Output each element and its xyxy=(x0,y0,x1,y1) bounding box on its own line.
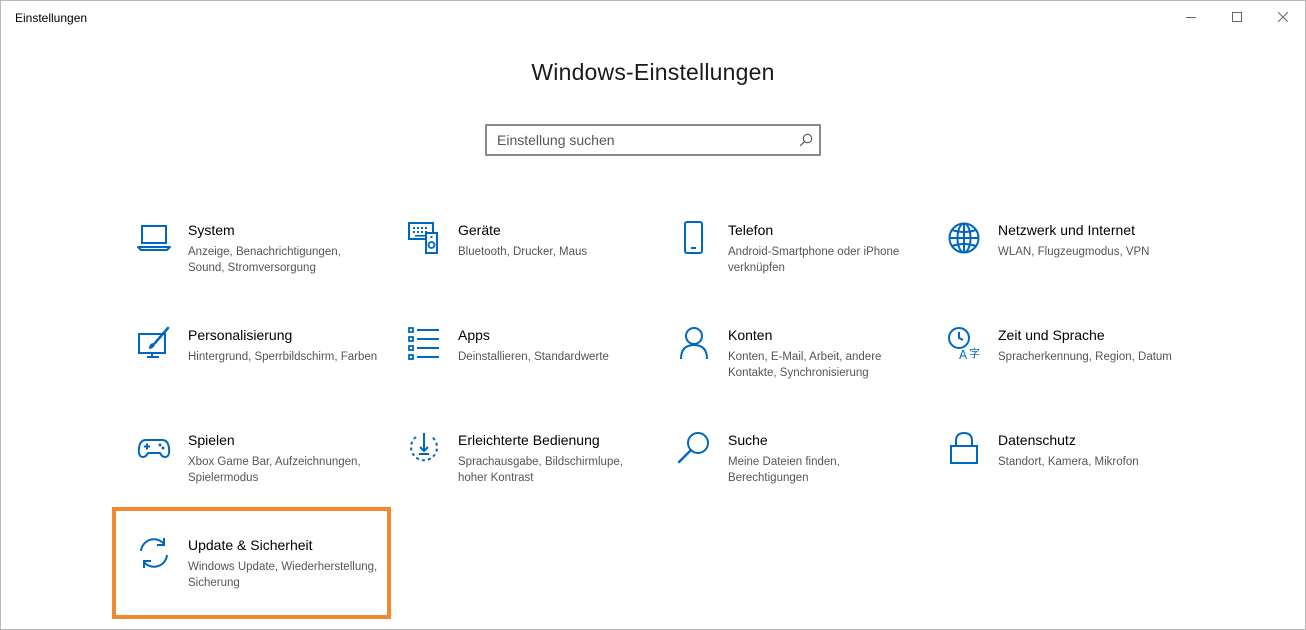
tile-description: Anzeige, Benachrichtigungen, Sound, Stro… xyxy=(188,246,341,274)
tile-description: Xbox Game Bar, Aufzeichnungen, Spielermo… xyxy=(188,456,361,484)
minimize-button[interactable] xyxy=(1168,1,1214,33)
tile-privacy[interactable]: Datenschutz Standort, Kamera, Mikrofon xyxy=(947,431,1197,521)
close-icon xyxy=(1278,12,1288,22)
devices-icon xyxy=(408,222,438,254)
tile-description: Bluetooth, Drucker, Maus xyxy=(458,246,588,258)
svg-text:A: A xyxy=(959,348,968,360)
tile-title: Telefon xyxy=(728,222,774,238)
tile-description: Konten, E-Mail, Arbeit, andere Kontakte,… xyxy=(728,351,882,379)
tile-apps[interactable]: Apps Deinstallieren, Standardwerte xyxy=(407,326,657,416)
tile-description: Hintergrund, Sperrbildschirm, Farben xyxy=(188,351,378,363)
tile-description: Deinstallieren, Standardwerte xyxy=(458,351,609,363)
title-bar: Einstellungen xyxy=(1,1,1305,33)
sync-icon xyxy=(140,538,168,568)
tile-system[interactable]: System Anzeige, Benachrichtigungen, Soun… xyxy=(137,221,387,311)
tile-title: Suche xyxy=(728,432,768,448)
tile-ease-of-access[interactable]: Erleichterte Bedienung Sprachausgabe, Bi… xyxy=(407,431,657,521)
apps-list-icon xyxy=(408,327,439,360)
tile-update-security[interactable]: Update & Sicherheit Windows Update, Wied… xyxy=(137,536,387,626)
tile-gaming[interactable]: Spielen Xbox Game Bar, Aufzeichnungen, S… xyxy=(137,431,387,521)
lock-icon xyxy=(950,431,978,464)
phone-icon xyxy=(684,221,703,254)
tile-search[interactable]: Suche Meine Dateien finden, Berechtigung… xyxy=(677,431,927,521)
tile-title: Datenschutz xyxy=(998,432,1076,448)
search-input[interactable] xyxy=(487,126,787,154)
search-icon[interactable] xyxy=(799,133,813,147)
tile-title: System xyxy=(188,222,235,238)
tile-description: Meine Dateien finden, Berechtigungen xyxy=(728,456,840,484)
paintbrush-icon xyxy=(138,326,170,358)
tile-personalization[interactable]: Personalisierung Hintergrund, Sperrbilds… xyxy=(137,326,387,416)
minimize-icon xyxy=(1186,17,1196,18)
tile-network[interactable]: Netzwerk und Internet WLAN, Flugzeugmodu… xyxy=(947,221,1197,311)
tile-title: Spielen xyxy=(188,432,235,448)
page-title: Windows-Einstellungen xyxy=(531,59,775,85)
window-title: Einstellungen xyxy=(15,11,88,25)
tile-time-language[interactable]: A 字 Zeit und Sprache Spracherkennung, Re… xyxy=(947,326,1197,416)
svg-text:字: 字 xyxy=(969,346,980,360)
tile-title: Geräte xyxy=(458,222,501,238)
tile-title: Apps xyxy=(458,327,490,343)
tile-title: Update & Sicherheit xyxy=(188,537,313,553)
laptop-icon xyxy=(137,225,171,251)
person-icon xyxy=(680,327,708,360)
magnifier-icon xyxy=(677,432,709,464)
maximize-icon xyxy=(1232,12,1242,22)
tile-title: Konten xyxy=(728,327,773,343)
tile-description: Spracherkennung, Region, Datum xyxy=(998,351,1172,363)
tile-description: Sprachausgabe, Bildschirmlupe, hoher Kon… xyxy=(458,456,623,484)
tile-title: Zeit und Sprache xyxy=(998,327,1105,343)
tile-title: Erleichterte Bedienung xyxy=(458,432,600,448)
tile-phone[interactable]: Telefon Android-Smartphone oder iPhone v… xyxy=(677,221,927,311)
time-language-icon: A 字 xyxy=(948,327,980,360)
maximize-button[interactable] xyxy=(1214,1,1260,33)
tile-devices[interactable]: Geräte Bluetooth, Drucker, Maus xyxy=(407,221,657,311)
ease-of-access-icon xyxy=(410,433,438,462)
close-button[interactable] xyxy=(1260,1,1305,33)
tile-title: Netzwerk und Internet xyxy=(998,222,1135,238)
tile-description: Android-Smartphone oder iPhone verknüpfe… xyxy=(728,246,900,274)
tile-title: Personalisierung xyxy=(188,327,293,343)
gamepad-icon xyxy=(137,439,171,458)
settings-window: Einstellungen Windows-Einstellungen Eins… xyxy=(0,0,1306,630)
globe-icon xyxy=(948,222,980,254)
tile-description: WLAN, Flugzeugmodus, VPN xyxy=(998,246,1150,258)
tile-description: Windows Update, Wiederherstellung, Siche… xyxy=(188,561,378,589)
tile-accounts[interactable]: Konten Konten, E-Mail, Arbeit, andere Ko… xyxy=(677,326,927,416)
search-box[interactable] xyxy=(485,124,821,156)
tile-description: Standort, Kamera, Mikrofon xyxy=(998,456,1139,468)
